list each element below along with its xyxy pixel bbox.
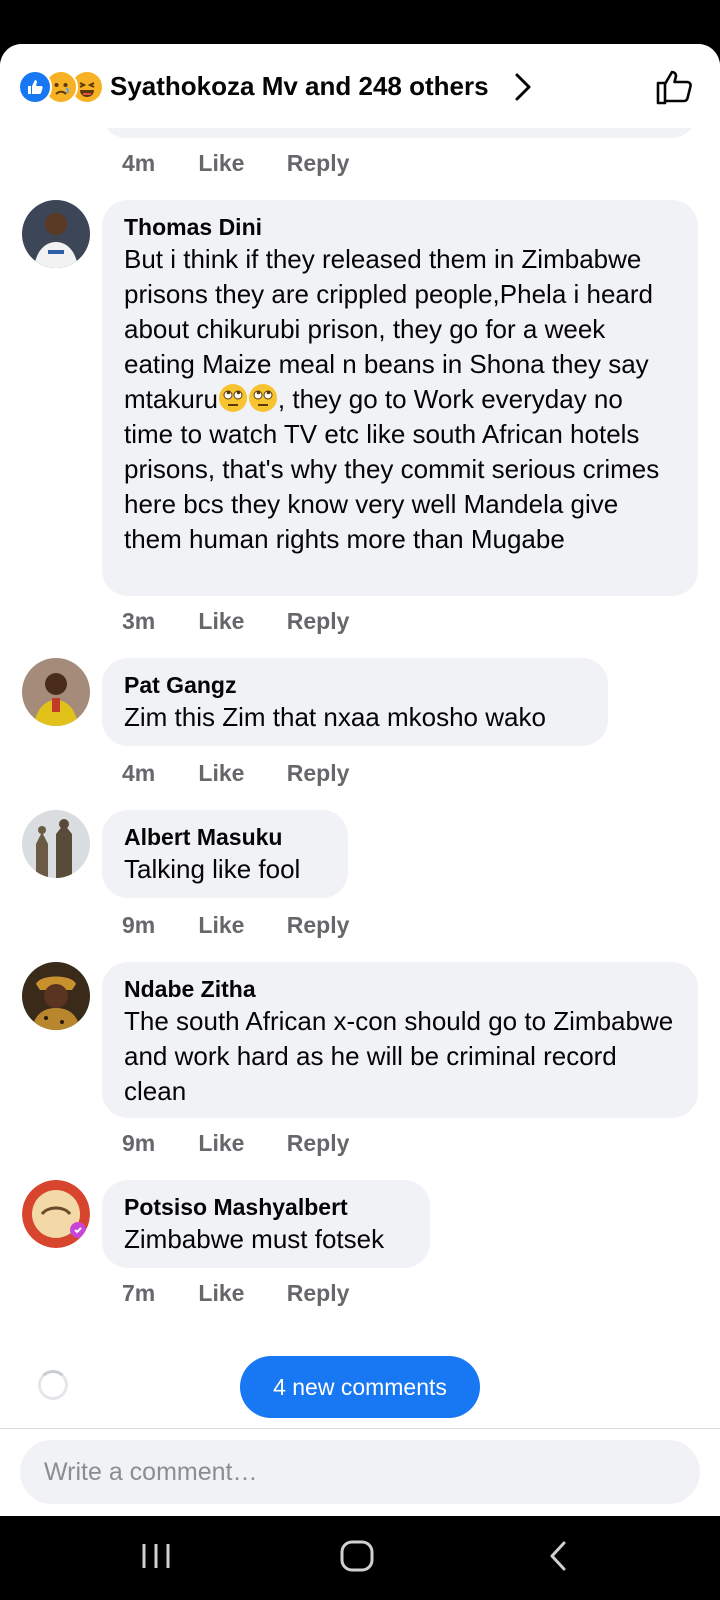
reply-link[interactable]: Reply: [287, 608, 350, 635]
comment-time: 3m: [122, 608, 156, 634]
comment-author[interactable]: Pat Gangz: [124, 670, 586, 700]
avatar[interactable]: [22, 200, 90, 268]
comment-author[interactable]: Albert Masuku: [124, 822, 326, 852]
comment-actions: 4m Like Reply: [122, 760, 349, 787]
comment-bubble[interactable]: Pat Gangz Zim this Zim that nxaa mkosho …: [102, 658, 608, 746]
comment-actions: 9m Like Reply: [122, 912, 349, 939]
comment-actions: 7m Like Reply: [122, 1280, 349, 1307]
reply-link[interactable]: Reply: [287, 150, 350, 177]
comment-actions: 9m Like Reply: [122, 1130, 349, 1157]
comment-bubble[interactable]: Potsiso Mashyalbert Zimbabwe must fotsek: [102, 1180, 430, 1268]
recent-apps-icon[interactable]: [140, 1540, 172, 1577]
reactions-header[interactable]: Syathokoza Mv and 248 others: [0, 44, 720, 128]
comment-text: Zimbabwe must fotsek: [124, 1224, 385, 1254]
reply-link[interactable]: Reply: [287, 1130, 350, 1157]
comment-author[interactable]: Ndabe Zitha: [124, 974, 676, 1004]
comment-input[interactable]: [42, 1456, 678, 1488]
home-icon[interactable]: [340, 1540, 374, 1577]
avatar[interactable]: [22, 658, 90, 726]
avatar[interactable]: [22, 810, 90, 878]
reply-link[interactable]: Reply: [287, 912, 350, 939]
divider: [0, 1428, 720, 1429]
comment-bubble[interactable]: Albert Masuku Talking like fool: [102, 810, 348, 898]
like-link[interactable]: Like: [198, 1130, 280, 1157]
comment-composer[interactable]: [20, 1440, 700, 1504]
like-outline-icon[interactable]: [654, 66, 694, 111]
comment-bubble[interactable]: Ndabe Zitha The south African x-con shou…: [102, 962, 698, 1118]
comments-sheet: Syathokoza Mv and 248 others 4m Like Rep…: [0, 44, 720, 1516]
chevron-right-icon[interactable]: [512, 72, 534, 107]
comment-time: 4m: [122, 760, 156, 786]
comment-author[interactable]: Potsiso Mashyalbert: [124, 1192, 408, 1222]
reactors-summary[interactable]: Syathokoza Mv and 248 others: [110, 68, 489, 104]
like-link[interactable]: Like: [198, 608, 280, 635]
comment-author[interactable]: Thomas Dini: [124, 212, 676, 242]
comment-time: 9m: [122, 912, 156, 938]
loading-spinner-icon: [38, 1370, 68, 1400]
like-link[interactable]: Like: [198, 1280, 280, 1307]
comment-time: 7m: [122, 1280, 156, 1306]
comment-text: Talking like fool: [124, 854, 301, 884]
like-link[interactable]: Like: [198, 760, 280, 787]
reaction-icons: [18, 70, 108, 104]
comment-text: But i think if they released them in Zim…: [124, 242, 676, 557]
avatar[interactable]: [22, 962, 90, 1030]
back-icon[interactable]: [546, 1540, 570, 1577]
comment-text: Zim this Zim that nxaa mkosho wako: [124, 702, 546, 732]
like-reaction-icon: [18, 70, 52, 104]
new-comments-button[interactable]: 4 new comments: [240, 1356, 480, 1418]
comment-actions: 3m Like Reply: [122, 608, 349, 635]
comment-time: 4m: [122, 150, 156, 176]
like-link[interactable]: Like: [198, 150, 280, 177]
comment-text: The south African x-con should go to Zim…: [124, 1006, 674, 1106]
system-nav-bar: [0, 1516, 720, 1600]
comment-bubble[interactable]: Thomas Dini But i think if they released…: [102, 200, 698, 596]
comment-actions: 4m Like Reply: [122, 150, 349, 177]
reply-link[interactable]: Reply: [287, 760, 350, 787]
comment-time: 9m: [122, 1130, 156, 1156]
eye-roll-emoji-icon: [218, 383, 248, 413]
avatar[interactable]: [22, 1180, 90, 1248]
status-bar: [0, 0, 720, 44]
eye-roll-emoji-icon: [248, 383, 278, 413]
like-link[interactable]: Like: [198, 912, 280, 939]
reply-link[interactable]: Reply: [287, 1280, 350, 1307]
